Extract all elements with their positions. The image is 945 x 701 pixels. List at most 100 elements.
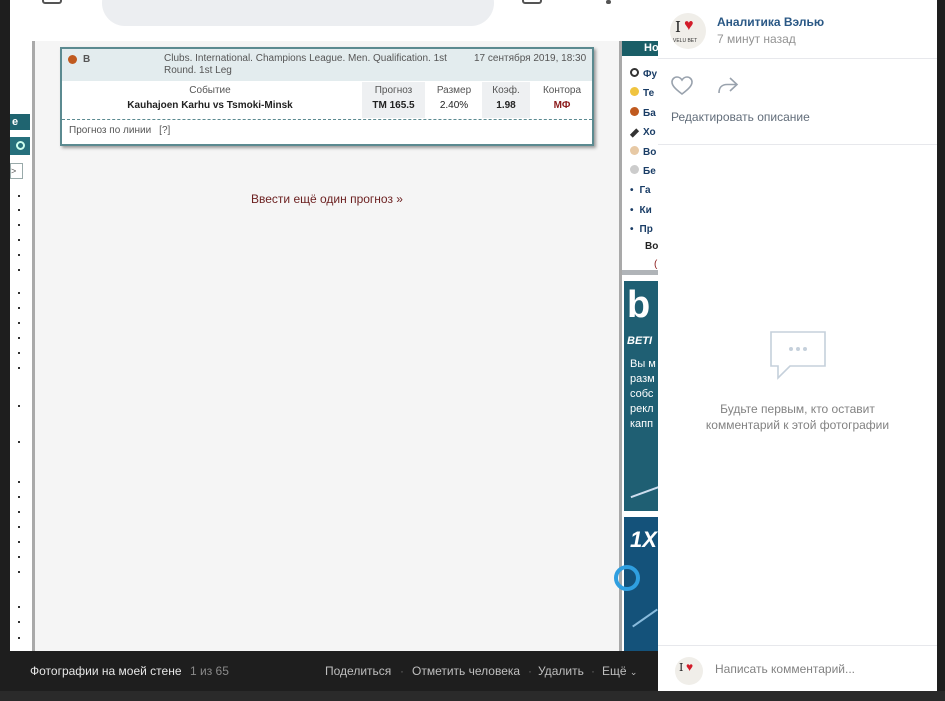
more-button[interactable]: Ещё ⌄ [602,664,637,678]
sport-label: Хо [643,127,656,139]
sidebar-extra2: ( [654,259,658,270]
banner-sub: BETI [627,335,653,347]
banner2-logo: 1X [630,527,657,552]
banner-logo: b [627,284,651,326]
league-text: Clubs. International. Champions League. … [164,53,447,76]
left-sidebar-box [10,137,30,155]
more-label: Ещё [602,664,627,678]
heart-icon: ♥ [684,17,694,34]
sport-label: Во [643,146,657,158]
basketball-icon [630,106,639,116]
edit-description-link[interactable]: Редактировать описание [671,110,810,124]
cropped-icon [522,0,542,4]
comments-icon [770,331,826,380]
banner-stroke [630,485,658,499]
photo-bottom-bar: Фотографии на моей стене 1 из 65 Поделит… [10,651,658,691]
sport-label: Бе [643,166,656,178]
event-teams: Kauhajoen Karhu vs Tsmoki-Minsk [127,100,293,111]
baseball-icon [630,165,639,175]
sport-item: Бе [630,162,657,181]
cropped-dot-icon [606,0,611,4]
post-time[interactable]: 7 минут назад [717,32,796,46]
sport-item: Во [630,143,657,162]
ad-banner-2: 1X [614,517,658,651]
col-event: Событие [189,85,231,96]
sport-label: Ба [643,107,656,119]
volleyball-icon [630,145,639,155]
col-size: Размер [436,85,472,96]
sport-item: Фу [630,65,657,84]
sport-item: Те [630,84,657,103]
bookmaker-value: МФ [553,100,571,111]
delete-button[interactable]: Удалить [538,664,584,678]
basketball-icon [68,55,77,64]
sidebar-divider [622,270,658,275]
prediction-card: В Clubs. International. Champions League… [60,47,594,146]
separator: · [528,664,532,678]
size-value: 2.40% [439,100,469,111]
sport-label: Ки [639,204,652,216]
avatar-caption: VELU BET [673,38,698,44]
card-header: В Clubs. International. Champions League… [62,49,592,81]
sport-item: • Пр [630,224,653,236]
sport-label: Те [643,88,655,100]
sport-item: • Га [630,185,651,197]
empty-line-2: комментарий к этой фотографии [705,418,890,432]
album-title[interactable]: Фотографии на моей стене [30,664,182,678]
sport-label: Пр [639,224,653,236]
col-forecast-label: Прогноз [374,85,413,96]
photo-image[interactable]: e > В Clubs. International. Champions Le… [10,0,658,651]
circle-icon [16,141,25,150]
photo-info-panel: I ♥ VELU BET Аналитика Вэлью 7 минут наз… [658,0,937,691]
coef-value: 1.98 [496,100,516,111]
comment-input[interactable]: Написать комментарий... [715,662,855,676]
share-button[interactable]: Поделиться [325,664,391,678]
divider [658,144,937,145]
event-date: 17 сентября 2019, 18:30 [474,53,587,64]
author-avatar[interactable]: I ♥ VELU BET [670,13,706,49]
my-avatar: I ♥ [675,657,703,685]
empty-comments-text: Будьте первым, кто оставит комментарий к… [658,401,937,433]
search-pill [102,0,494,26]
tag-person-button[interactable]: Отметить человека [412,664,520,678]
banner2-stroke [632,608,658,628]
banner2-ring [614,565,640,591]
sport-item: • Ки [630,204,652,216]
avatar-letter: I [675,18,681,36]
forecast-value: ТМ 165.5 [372,100,415,111]
sport-item: Хо [629,123,657,142]
ad-banner-1: b BETI Вы м разм собс рекл капп [624,281,658,511]
right-sidebar-head-label: Но [644,42,658,54]
right-site-sidebar: Но Фу Те Ба Хо Во Бе • Га • Ки • Пр Во ( b … [614,41,658,651]
col-bookmaker: Контора [542,85,582,96]
divider [658,58,937,59]
hockey-icon [629,128,640,138]
tennis-icon [630,87,639,97]
help-link: [?] [159,125,171,136]
separator: · [591,664,595,678]
author-name[interactable]: Аналитика Вэлью [717,15,824,29]
sport-label: Фу [643,69,658,80]
chevron-down-icon: ⌄ [629,667,638,677]
col-coef-label: Коэф. [492,85,520,96]
card-footer-label: Прогноз по линии [69,125,152,136]
left-sidebar-tab: e [10,114,30,130]
photo-counter: 1 из 65 [190,664,229,678]
sidebar-extra: Во [645,241,658,252]
empty-line-1: Будьте первым, кто оставит [720,402,875,416]
card-divider [62,119,592,120]
photo-top-strip [10,0,658,41]
sport-list: Фу Те Ба Хо Во Бе • Га • Ки • Пр [629,65,657,240]
add-forecast-link: Ввести ещё один прогноз » [251,192,403,206]
divider [658,645,937,646]
like-icon[interactable] [670,75,694,97]
separator: · [400,664,404,678]
banner-text: Вы м разм собс рекл капп [630,358,656,430]
share-icon[interactable] [716,75,740,97]
right-sidebar-head: Но [622,41,658,56]
football-icon [630,68,639,77]
heart-icon: ♥ [686,660,694,674]
page-under-strip [0,691,945,701]
photo-viewer: e > В Clubs. International. Champions Le… [0,0,945,701]
sport-item: Ба [630,104,657,123]
